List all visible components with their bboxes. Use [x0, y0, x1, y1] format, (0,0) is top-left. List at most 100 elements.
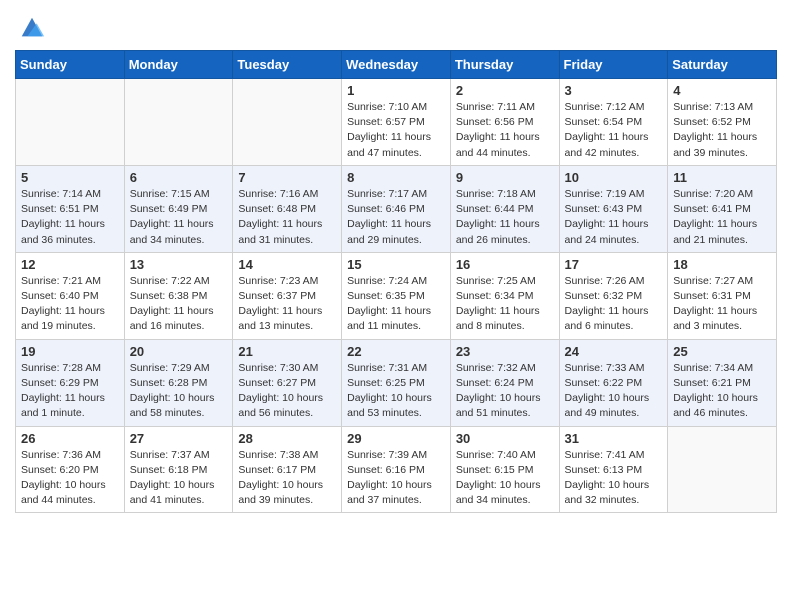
day-number: 1 [347, 83, 445, 98]
header [15, 10, 777, 42]
day-number: 14 [238, 257, 336, 272]
weekday-header-thursday: Thursday [450, 51, 559, 79]
calendar-cell: 8Sunrise: 7:17 AM Sunset: 6:46 PM Daylig… [342, 165, 451, 252]
calendar-week-row: 5 Sunrise: 7:14 AM Sunset: 6:51 PM Daylig… [16, 165, 777, 252]
calendar-week-row: 1 Sunrise: 7:10 AM Sunset: 6:57 PM Daylig… [16, 79, 777, 166]
day-info: Sunrise: 7:28 AM Sunset: 6:29 PM Dayligh… [21, 361, 119, 422]
calendar-cell: 17 Sunrise: 7:26 AM Sunset: 6:32 PM Dayli… [559, 252, 668, 339]
calendar-cell: 16 Sunrise: 7:25 AM Sunset: 6:34 PM Dayli… [450, 252, 559, 339]
calendar-cell: 3 Sunrise: 7:12 AM Sunset: 6:54 PM Daylig… [559, 79, 668, 166]
day-number: 30 [456, 431, 554, 446]
day-number: 11 [673, 170, 771, 185]
day-info: Sunrise: 7:20 AM Sunset: 6:41 PM Dayligh… [673, 187, 771, 248]
day-number: 15 [347, 257, 445, 272]
calendar-cell: 9 Sunrise: 7:18 AM Sunset: 6:44 PM Daylig… [450, 165, 559, 252]
calendar-table: SundayMondayTuesdayWednesdayThursdayFrid… [15, 50, 777, 513]
day-number: 12 [21, 257, 119, 272]
day-info: Sunrise: 7:13 AM Sunset: 6:52 PM Dayligh… [673, 100, 771, 161]
day-info: Sunrise: 7:11 AM Sunset: 6:56 PM Dayligh… [456, 100, 554, 161]
calendar-cell: 28Sunrise: 7:38 AM Sunset: 6:17 PM Dayli… [233, 426, 342, 513]
day-info: Sunrise: 7:12 AM Sunset: 6:54 PM Dayligh… [565, 100, 663, 161]
page: SundayMondayTuesdayWednesdayThursdayFrid… [0, 0, 792, 523]
day-info: Sunrise: 7:30 AM Sunset: 6:27 PM Dayligh… [238, 361, 336, 422]
calendar-cell: 19 Sunrise: 7:28 AM Sunset: 6:29 PM Dayli… [16, 339, 125, 426]
day-info: Sunrise: 7:16 AM Sunset: 6:48 PM Dayligh… [238, 187, 336, 248]
day-number: 16 [456, 257, 554, 272]
day-number: 2 [456, 83, 554, 98]
calendar-cell: 26 Sunrise: 7:36 AM Sunset: 6:20 PM Dayli… [16, 426, 125, 513]
day-number: 6 [130, 170, 228, 185]
calendar-cell: 30 Sunrise: 7:40 AM Sunset: 6:15 PM Dayli… [450, 426, 559, 513]
day-info: Sunrise: 7:33 AM Sunset: 6:22 PM Dayligh… [565, 361, 663, 422]
day-number: 19 [21, 344, 119, 359]
weekday-header-wednesday: Wednesday [342, 51, 451, 79]
day-number: 21 [238, 344, 336, 359]
calendar-cell: 1 Sunrise: 7:10 AM Sunset: 6:57 PM Daylig… [342, 79, 451, 166]
day-number: 24 [565, 344, 663, 359]
calendar-cell: 31Sunrise: 7:41 AM Sunset: 6:13 PM Dayli… [559, 426, 668, 513]
day-number: 20 [130, 344, 228, 359]
day-info: Sunrise: 7:14 AM Sunset: 6:51 PM Dayligh… [21, 187, 119, 248]
calendar-cell: 24 Sunrise: 7:33 AM Sunset: 6:22 PM Dayli… [559, 339, 668, 426]
day-number: 9 [456, 170, 554, 185]
calendar-cell: 25 Sunrise: 7:34 AM Sunset: 6:21 PM Dayli… [668, 339, 777, 426]
day-info: Sunrise: 7:19 AM Sunset: 6:43 PM Dayligh… [565, 187, 663, 248]
day-number: 18 [673, 257, 771, 272]
weekday-header-friday: Friday [559, 51, 668, 79]
day-number: 28 [238, 431, 336, 446]
calendar-header-row: SundayMondayTuesdayWednesdayThursdayFrid… [16, 51, 777, 79]
day-info: Sunrise: 7:31 AM Sunset: 6:25 PM Dayligh… [347, 361, 445, 422]
logo [15, 14, 46, 42]
day-number: 10 [565, 170, 663, 185]
day-number: 26 [21, 431, 119, 446]
calendar-cell: 5 Sunrise: 7:14 AM Sunset: 6:51 PM Daylig… [16, 165, 125, 252]
calendar-cell: 10 Sunrise: 7:19 AM Sunset: 6:43 PM Dayli… [559, 165, 668, 252]
day-number: 3 [565, 83, 663, 98]
day-info: Sunrise: 7:36 AM Sunset: 6:20 PM Dayligh… [21, 448, 119, 509]
day-info: Sunrise: 7:10 AM Sunset: 6:57 PM Dayligh… [347, 100, 445, 161]
calendar-cell: 15 Sunrise: 7:24 AM Sunset: 6:35 PM Dayli… [342, 252, 451, 339]
day-number: 22 [347, 344, 445, 359]
calendar-cell: 22 Sunrise: 7:31 AM Sunset: 6:25 PM Dayli… [342, 339, 451, 426]
day-number: 29 [347, 431, 445, 446]
day-info: Sunrise: 7:29 AM Sunset: 6:28 PM Dayligh… [130, 361, 228, 422]
calendar-cell [233, 79, 342, 166]
weekday-header-monday: Monday [124, 51, 233, 79]
calendar-cell: 27Sunrise: 7:37 AM Sunset: 6:18 PM Dayli… [124, 426, 233, 513]
day-info: Sunrise: 7:34 AM Sunset: 6:21 PM Dayligh… [673, 361, 771, 422]
weekday-header-sunday: Sunday [16, 51, 125, 79]
day-info: Sunrise: 7:18 AM Sunset: 6:44 PM Dayligh… [456, 187, 554, 248]
calendar-cell: 4 Sunrise: 7:13 AM Sunset: 6:52 PM Daylig… [668, 79, 777, 166]
day-number: 7 [238, 170, 336, 185]
day-info: Sunrise: 7:22 AM Sunset: 6:38 PM Dayligh… [130, 274, 228, 335]
calendar-cell: 14 Sunrise: 7:23 AM Sunset: 6:37 PM Dayli… [233, 252, 342, 339]
calendar-cell: 20 Sunrise: 7:29 AM Sunset: 6:28 PM Dayli… [124, 339, 233, 426]
day-info: Sunrise: 7:24 AM Sunset: 6:35 PM Dayligh… [347, 274, 445, 335]
calendar-cell [16, 79, 125, 166]
calendar-cell: 2 Sunrise: 7:11 AM Sunset: 6:56 PM Daylig… [450, 79, 559, 166]
day-info: Sunrise: 7:23 AM Sunset: 6:37 PM Dayligh… [238, 274, 336, 335]
calendar-cell: 29Sunrise: 7:39 AM Sunset: 6:16 PM Dayli… [342, 426, 451, 513]
day-info: Sunrise: 7:32 AM Sunset: 6:24 PM Dayligh… [456, 361, 554, 422]
logo-icon [18, 14, 46, 42]
day-number: 4 [673, 83, 771, 98]
day-info: Sunrise: 7:25 AM Sunset: 6:34 PM Dayligh… [456, 274, 554, 335]
day-number: 5 [21, 170, 119, 185]
day-info: Sunrise: 7:17 AM Sunset: 6:46 PM Dayligh… [347, 187, 445, 248]
calendar-cell: 13 Sunrise: 7:22 AM Sunset: 6:38 PM Dayli… [124, 252, 233, 339]
day-info: Sunrise: 7:26 AM Sunset: 6:32 PM Dayligh… [565, 274, 663, 335]
day-number: 17 [565, 257, 663, 272]
day-info: Sunrise: 7:15 AM Sunset: 6:49 PM Dayligh… [130, 187, 228, 248]
day-number: 13 [130, 257, 228, 272]
calendar-cell: 7 Sunrise: 7:16 AM Sunset: 6:48 PM Daylig… [233, 165, 342, 252]
day-info: Sunrise: 7:40 AM Sunset: 6:15 PM Dayligh… [456, 448, 554, 509]
calendar-cell [668, 426, 777, 513]
calendar-cell: 12Sunrise: 7:21 AM Sunset: 6:40 PM Dayli… [16, 252, 125, 339]
calendar-cell: 11 Sunrise: 7:20 AM Sunset: 6:41 PM Dayli… [668, 165, 777, 252]
day-number: 23 [456, 344, 554, 359]
calendar-cell: 23 Sunrise: 7:32 AM Sunset: 6:24 PM Dayli… [450, 339, 559, 426]
day-number: 31 [565, 431, 663, 446]
calendar-cell: 6 Sunrise: 7:15 AM Sunset: 6:49 PM Daylig… [124, 165, 233, 252]
day-number: 25 [673, 344, 771, 359]
calendar-week-row: 19 Sunrise: 7:28 AM Sunset: 6:29 PM Dayli… [16, 339, 777, 426]
